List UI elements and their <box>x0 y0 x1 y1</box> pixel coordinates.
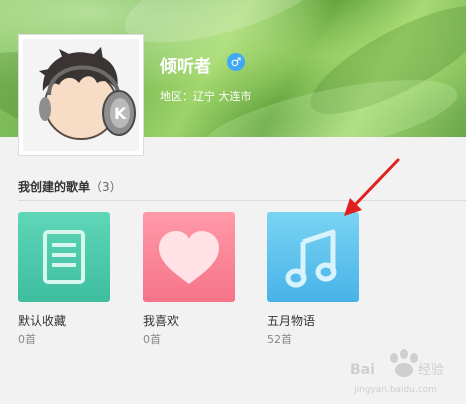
playlist-song-count: 0首 <box>143 333 161 346</box>
username: 倾听者 <box>160 57 211 77</box>
svg-text:经验: 经验 <box>418 362 444 378</box>
playlist-card[interactable]: 默认收藏 0首 <box>18 212 110 347</box>
svg-text:K: K <box>114 104 127 123</box>
playlist-card[interactable]: 我喜欢 0首 <box>143 212 235 347</box>
heart-icon <box>159 231 219 284</box>
playlist-song-count: 0首 <box>18 333 36 346</box>
playlist-card[interactable]: 五月物语 52首 <box>267 212 359 347</box>
avatar-image: K <box>23 39 139 151</box>
playlist-cover[interactable] <box>18 212 110 302</box>
svg-text:Bai: Bai <box>350 362 375 378</box>
playlist-cover[interactable] <box>267 212 359 302</box>
playlist-name[interactable]: 默认收藏 <box>18 312 110 329</box>
headphone-boy-icon: K <box>39 47 136 140</box>
playlist-song-count: 52首 <box>267 333 292 346</box>
annotation-arrow-icon <box>344 158 400 216</box>
banner-leaf <box>114 0 346 63</box>
region-label: 地区：辽宁 大连市 <box>160 90 252 103</box>
music-note-icon <box>285 229 337 288</box>
section-header: 我创建的歌单（3） <box>18 178 122 195</box>
section-count: （3） <box>90 180 122 194</box>
playlist-name[interactable]: 我喜欢 <box>143 312 235 329</box>
section-title: 我创建的歌单 <box>18 180 91 194</box>
baidu-watermark-icon: Bai 经验 jingyan.baidu.com <box>350 349 444 395</box>
playlist-name[interactable]: 五月物语 <box>267 312 359 329</box>
avatar[interactable]: K <box>18 34 144 156</box>
playlist-cover[interactable] <box>143 212 235 302</box>
male-icon: ♂ <box>227 53 245 71</box>
svg-text:jingyan.baidu.com: jingyan.baidu.com <box>353 385 437 395</box>
list-icon <box>43 230 85 284</box>
